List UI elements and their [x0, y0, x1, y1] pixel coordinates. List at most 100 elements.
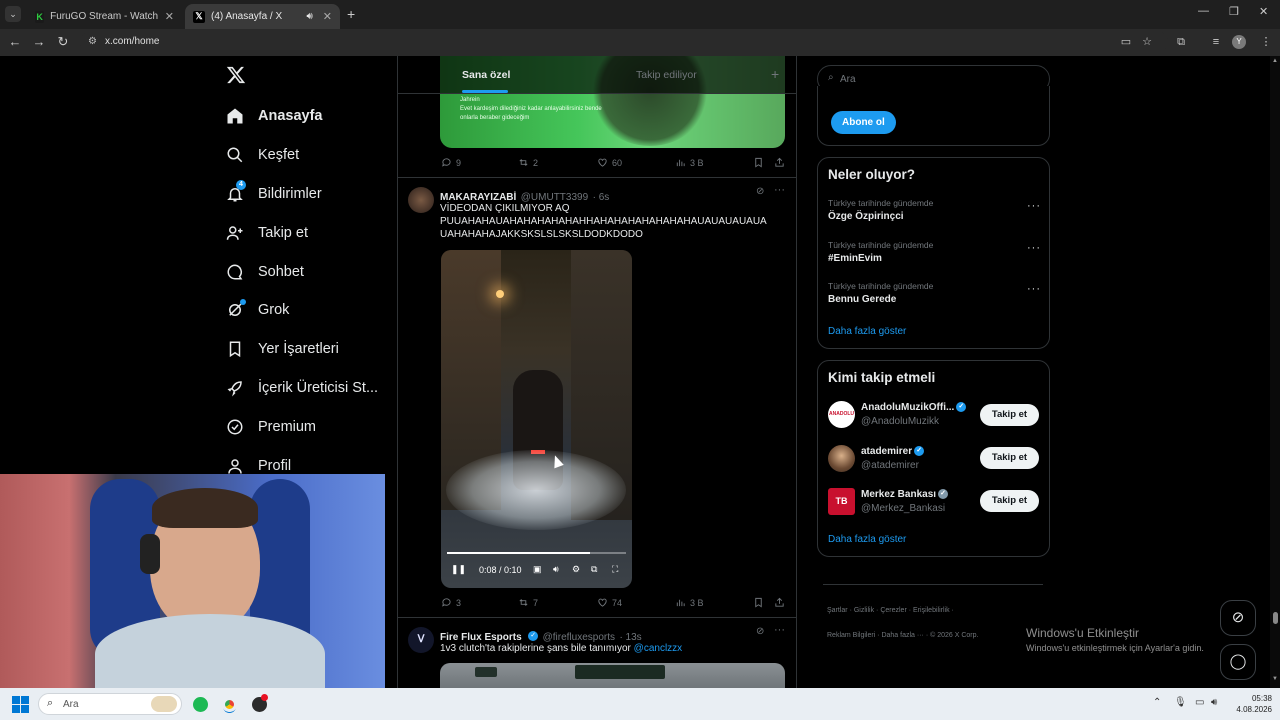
extensions-icon[interactable]: ⧉	[1173, 34, 1189, 50]
scrollbar-thumb[interactable]	[1273, 612, 1278, 624]
reload-button[interactable]: ↻	[54, 33, 72, 51]
nav-creator-studio[interactable]: İçerik Üreticisi St...	[226, 374, 378, 402]
footer-link[interactable]: Çerezler	[880, 607, 906, 614]
mention-link[interactable]: @canclzzx	[634, 643, 683, 654]
tab-following[interactable]: Takip ediliyor	[636, 69, 697, 81]
grok-icon[interactable]: ⊘	[756, 626, 764, 637]
trend-item[interactable]: Türkiye tarihinde gündemde Bennu Gerede …	[828, 281, 1041, 305]
like-button[interactable]: 74	[597, 597, 622, 608]
scroll-up-arrow[interactable]: ▲	[1272, 58, 1278, 64]
tab-x-home[interactable]: 𝕏 (4) Anasayfa / X 🔊︎ ✕	[185, 4, 340, 29]
new-tab-button[interactable]: +	[347, 6, 355, 22]
avatar[interactable]: ᐯ	[408, 627, 434, 653]
like-button[interactable]: 60	[597, 157, 622, 168]
site-info-icon[interactable]: ⚙	[88, 31, 97, 53]
show-more-suggestions[interactable]: Daha fazla göster	[828, 534, 906, 545]
grok-icon[interactable]: ⊘	[756, 186, 764, 197]
repost-button[interactable]: 2	[518, 157, 538, 168]
tweet-media[interactable]	[440, 663, 785, 688]
menu-icon[interactable]: ⋮	[1258, 34, 1274, 50]
reply-button[interactable]: 9	[441, 157, 461, 168]
video-player[interactable]: ❚❚ 0:08 / 0:10 ▣ 🔊︎ ⚙ ⧉ ⛶	[441, 250, 632, 588]
volume-icon[interactable]: 🔊︎	[1211, 697, 1217, 708]
close-window-button[interactable]: ✕	[1259, 5, 1268, 18]
address-bar[interactable]: ⚙ x.com/home	[80, 31, 1168, 53]
app-icon[interactable]	[252, 694, 268, 712]
nav-bookmarks[interactable]: Yer İşaretleri	[226, 335, 339, 363]
share-button[interactable]	[774, 157, 785, 168]
media-icon[interactable]: ≡	[1208, 34, 1224, 50]
avatar[interactable]	[408, 187, 434, 213]
tab-search-button[interactable]: ⌄	[5, 6, 21, 22]
network-icon[interactable]: ▭	[1195, 697, 1204, 708]
grok-float-button[interactable]: ⊘	[1220, 600, 1256, 636]
more-options-icon[interactable]: ···	[774, 624, 785, 636]
taskbar-search[interactable]: ⌕ Ara	[38, 693, 182, 715]
repost-button[interactable]: 7	[518, 597, 538, 608]
more-options-icon[interactable]: ···	[774, 184, 785, 196]
footer-link[interactable]: Reklam Bilgileri	[827, 632, 875, 639]
tab-for-you[interactable]: Sana özel	[462, 69, 510, 81]
views-button[interactable]: 3 B	[675, 597, 704, 608]
spotify-icon[interactable]	[193, 697, 208, 712]
nav-notifications[interactable]: 4 Bildirimler	[226, 180, 322, 208]
captions-icon[interactable]: ▣	[533, 564, 542, 575]
footer-link[interactable]: Erişilebilirlik	[913, 607, 950, 614]
tray-chevron-icon[interactable]: ⌃	[1153, 697, 1161, 708]
minimize-button[interactable]: —	[1198, 5, 1209, 17]
crop-icon[interactable]: ⧉	[591, 564, 597, 575]
trend-item[interactable]: Türkiye tarihinde gündemde #EminEvim ···	[828, 240, 1041, 264]
follow-button[interactable]: Takip et	[980, 490, 1039, 512]
start-button[interactable]	[12, 696, 29, 713]
nav-premium[interactable]: Premium	[226, 413, 316, 441]
suggestion-name[interactable]: AnadoluMuzikOffi... ✓	[861, 402, 967, 413]
views-button[interactable]: 3 B	[675, 157, 704, 168]
nav-grok[interactable]: Grok	[226, 296, 289, 324]
close-icon[interactable]: ✕	[323, 10, 332, 23]
reply-button[interactable]: 3	[441, 597, 461, 608]
restore-button[interactable]: ❐	[1229, 5, 1239, 18]
bookmark-button[interactable]	[753, 157, 764, 168]
more-options-icon[interactable]: ···	[1027, 200, 1041, 212]
fullscreen-icon[interactable]: ⛶	[612, 564, 618, 575]
messages-float-button[interactable]: ◯	[1220, 644, 1256, 680]
profile-avatar[interactable]: Y	[1232, 35, 1246, 49]
pause-icon[interactable]: ❚❚	[451, 564, 466, 575]
show-more-trends[interactable]: Daha fazla göster	[828, 326, 906, 337]
subscribe-button[interactable]: Abone ol	[831, 111, 896, 134]
clock[interactable]: 05:38 4.08.2026	[1228, 693, 1272, 715]
nav-chat[interactable]: Sohbet	[226, 258, 304, 286]
add-tab-button[interactable]: +	[771, 66, 779, 82]
nav-explore[interactable]: Keşfet	[226, 141, 299, 169]
more-options-icon[interactable]: ···	[1027, 242, 1041, 254]
avatar[interactable]: TB	[828, 488, 855, 515]
avatar[interactable]	[828, 445, 855, 472]
follow-button[interactable]: Takip et	[980, 404, 1039, 426]
bookmark-button[interactable]	[753, 597, 764, 608]
chrome-icon[interactable]	[222, 697, 237, 712]
follow-button[interactable]: Takip et	[980, 447, 1039, 469]
close-icon[interactable]: ✕	[165, 10, 174, 23]
avatar[interactable]: ANADOLU	[828, 401, 855, 428]
nav-follow[interactable]: Takip et	[226, 219, 308, 247]
footer-link[interactable]: Gizlilik	[854, 607, 874, 614]
more-options-icon[interactable]: ···	[1027, 283, 1041, 295]
settings-icon[interactable]: ⚙	[572, 564, 580, 575]
forward-button[interactable]: →	[30, 33, 48, 51]
trend-item[interactable]: Türkiye tarihinde gündemde Özge Özpirinç…	[828, 198, 1041, 222]
tab-furugo[interactable]: K FuruGO Stream - Watch Live on ✕	[27, 4, 182, 29]
page-scrollbar[interactable]: ▲ ▼	[1270, 56, 1280, 688]
scroll-down-arrow[interactable]: ▼	[1272, 676, 1278, 682]
bookmark-star-icon[interactable]: ☆	[1139, 34, 1155, 50]
cast-icon[interactable]: ▭	[1118, 34, 1134, 50]
footer-link[interactable]: Daha fazla ···	[881, 632, 923, 639]
x-logo-icon[interactable]	[226, 65, 248, 87]
microphone-icon[interactable]: 🎙︎	[1174, 697, 1187, 708]
suggestion-name[interactable]: Merkez Bankası ✓	[861, 489, 949, 500]
suggestion-name[interactable]: atademirer ✓	[861, 446, 925, 457]
nav-home[interactable]: Anasayfa	[226, 102, 322, 130]
volume-icon[interactable]: 🔊︎	[553, 564, 559, 575]
footer-link[interactable]: Şartlar	[827, 607, 848, 614]
speaker-icon[interactable]: 🔊︎	[306, 11, 312, 22]
back-button[interactable]: ←	[6, 33, 24, 51]
